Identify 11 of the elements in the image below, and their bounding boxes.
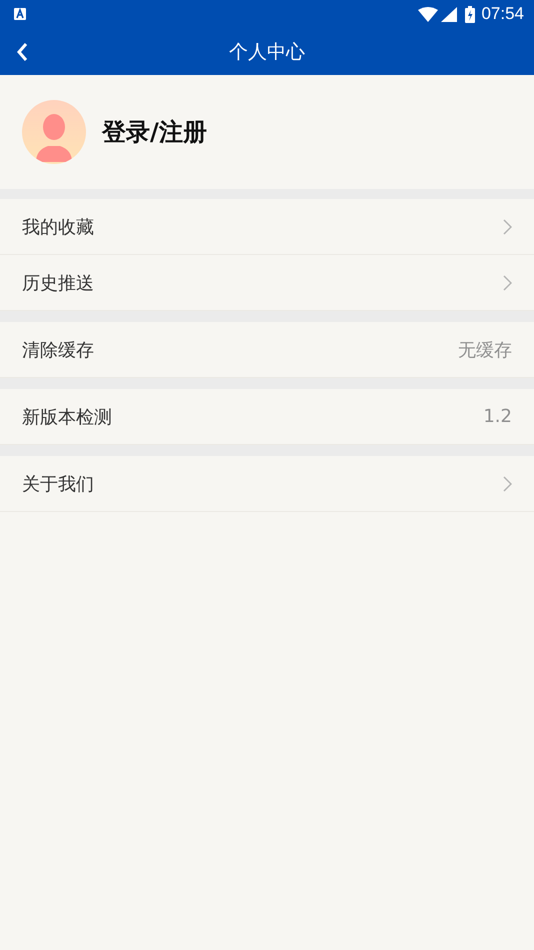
chevron-right-icon: [503, 218, 512, 234]
login-register-link[interactable]: 登录/注册: [102, 116, 207, 148]
battery-icon: [465, 6, 476, 22]
chevron-right-icon: [503, 476, 512, 492]
notification-icon: [14, 8, 26, 20]
status-time: 07:54: [481, 4, 524, 24]
page-title: 个人中心: [229, 40, 305, 64]
avatar-icon: [22, 100, 86, 164]
signal-icon: [441, 6, 458, 22]
wifi-icon: [418, 6, 438, 22]
chevron-right-icon: [503, 274, 512, 290]
